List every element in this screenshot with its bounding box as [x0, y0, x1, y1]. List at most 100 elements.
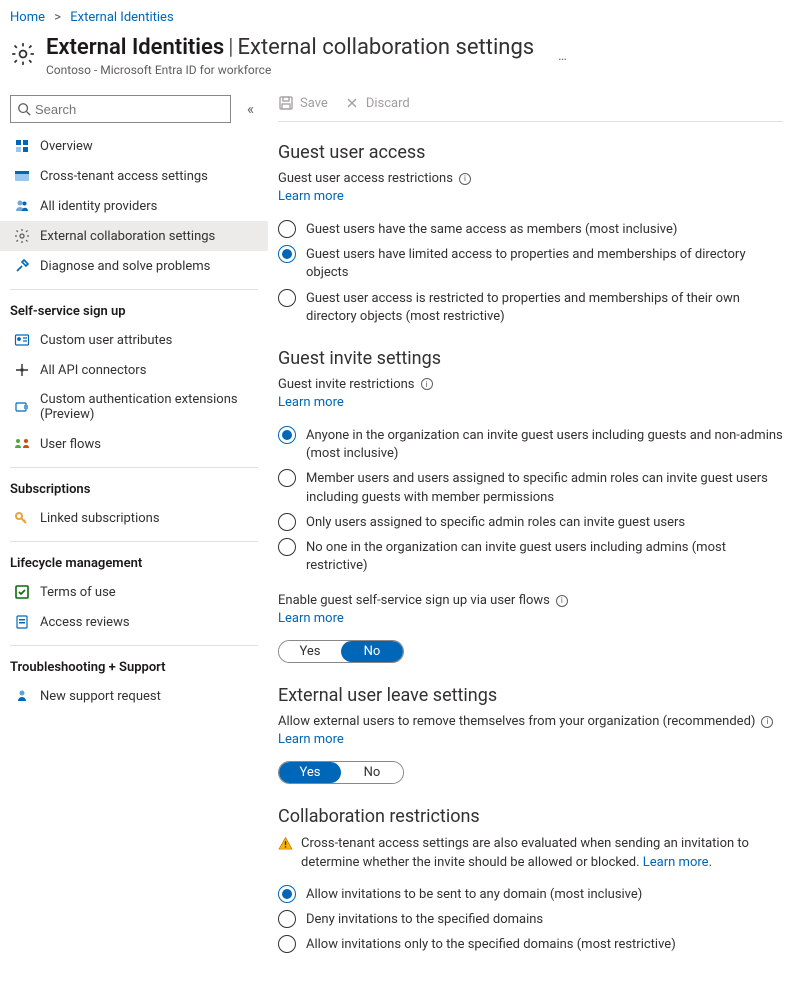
radio-icon	[278, 469, 296, 487]
learn-more-link[interactable]: Learn more	[278, 611, 344, 626]
sidebar-item-external-collab[interactable]: External collaboration settings	[0, 221, 268, 251]
learn-more-link[interactable]: Learn more	[643, 855, 709, 870]
gear-icon	[14, 228, 30, 244]
radio-label: Anyone in the organization can invite gu…	[306, 426, 783, 463]
sidebar-item-cross-tenant[interactable]: Cross-tenant access settings	[0, 161, 268, 191]
toggle-yes[interactable]: Yes	[279, 762, 341, 783]
guest-invite-option-1[interactable]: Member users and users assigned to speci…	[278, 469, 783, 506]
guest-access-option-2[interactable]: Guest user access is restricted to prope…	[278, 289, 783, 326]
sidebar-item-label: Custom user attributes	[40, 333, 258, 348]
warning-icon	[278, 836, 293, 858]
sidebar-item-access-reviews[interactable]: Access reviews	[0, 607, 268, 637]
sidebar-item-custom-auth-extensions[interactable]: Custom authentication extensions (Previe…	[0, 385, 268, 429]
sidebar-item-terms[interactable]: Terms of use	[0, 577, 268, 607]
discard-icon	[344, 95, 360, 111]
toolbar: Save Discard	[278, 91, 783, 122]
collapse-sidebar-icon[interactable]: «	[243, 98, 258, 120]
breadcrumb: Home > External Identities	[0, 0, 793, 31]
connector-icon	[14, 362, 30, 378]
section-external-leave-title: External user leave settings	[278, 685, 783, 706]
radio-icon	[278, 935, 296, 953]
sidebar-item-api-connectors[interactable]: All API connectors	[0, 355, 268, 385]
toggle-no[interactable]: No	[341, 641, 403, 662]
overview-icon	[14, 138, 30, 154]
toggle-no[interactable]: No	[341, 762, 403, 783]
selfservice-toggle[interactable]: Yes No	[278, 640, 404, 663]
guest-invite-option-2[interactable]: Only users assigned to specific admin ro…	[278, 513, 783, 532]
collab-option-0[interactable]: Allow invitations to be sent to any doma…	[278, 885, 783, 904]
radio-label: Guest user access is restricted to prope…	[306, 289, 783, 326]
radio-icon	[278, 220, 296, 238]
save-label: Save	[300, 96, 328, 111]
collab-warning: Cross-tenant access settings are also ev…	[278, 835, 783, 873]
info-icon[interactable]: i	[556, 595, 568, 607]
user-flows-icon	[14, 436, 30, 452]
learn-more-link[interactable]: Learn more	[278, 189, 344, 204]
breadcrumb-sep: >	[54, 10, 61, 25]
gear-icon	[10, 41, 36, 67]
toggle-yes[interactable]: Yes	[279, 641, 341, 662]
sidebar-item-label: Diagnose and solve problems	[40, 259, 258, 274]
search-input[interactable]	[31, 100, 224, 119]
discard-button[interactable]: Discard	[344, 95, 410, 111]
learn-more-link[interactable]: Learn more	[278, 732, 344, 747]
sidebar-item-diagnose[interactable]: Diagnose and solve problems	[0, 251, 268, 281]
sidebar-item-overview[interactable]: Overview	[0, 131, 268, 161]
sidebar-item-label: Custom authentication extensions (Previe…	[40, 392, 258, 422]
discard-label: Discard	[366, 96, 410, 111]
radio-icon	[278, 245, 296, 263]
guest-access-option-1[interactable]: Guest users have limited access to prope…	[278, 245, 783, 282]
info-icon[interactable]: i	[421, 378, 433, 390]
sidebar-item-label: Terms of use	[40, 585, 258, 600]
radio-label: Guest users have limited access to prope…	[306, 245, 783, 282]
review-icon	[14, 614, 30, 630]
page-header: External Identities|External collaborati…	[0, 31, 793, 91]
radio-label: Deny invitations to the specified domain…	[306, 910, 543, 929]
collab-option-1[interactable]: Deny invitations to the specified domain…	[278, 910, 783, 929]
save-button[interactable]: Save	[278, 95, 328, 111]
wrench-icon	[14, 258, 30, 274]
learn-more-link[interactable]: Learn more	[278, 395, 344, 410]
info-icon[interactable]: i	[459, 173, 471, 185]
radio-label: Allow invitations only to the specified …	[306, 935, 676, 954]
sidebar-item-user-flows[interactable]: User flows	[0, 429, 268, 459]
more-actions-icon[interactable]: …	[558, 49, 568, 64]
radio-icon	[278, 513, 296, 531]
page-subtitle: Contoso - Microsoft Entra ID for workfor…	[46, 63, 534, 77]
collab-option-2[interactable]: Allow invitations only to the specified …	[278, 935, 783, 954]
check-doc-icon	[14, 584, 30, 600]
save-icon	[278, 95, 294, 111]
radio-icon	[278, 426, 296, 444]
leave-toggle[interactable]: Yes No	[278, 761, 404, 784]
radio-label: Guest users have the same access as memb…	[306, 220, 677, 239]
breadcrumb-section[interactable]: External Identities	[70, 10, 173, 25]
radio-icon	[278, 538, 296, 556]
id-card-icon	[14, 332, 30, 348]
guest-access-option-0[interactable]: Guest users have the same access as memb…	[278, 220, 783, 239]
sidebar-item-identity-providers[interactable]: All identity providers	[0, 191, 268, 221]
selfservice-label: Enable guest self-service sign up via us…	[278, 593, 550, 608]
section-collab-title: Collaboration restrictions	[278, 806, 783, 827]
sidebar-item-custom-attrs[interactable]: Custom user attributes	[0, 325, 268, 355]
sidebar-item-label: All identity providers	[40, 199, 258, 214]
extension-icon	[14, 399, 30, 415]
warn-after: .	[709, 855, 712, 870]
cross-tenant-icon	[14, 168, 30, 184]
sidebar-item-label: Cross-tenant access settings	[40, 169, 258, 184]
sidebar-item-label: User flows	[40, 437, 258, 452]
sidebar-item-label: Access reviews	[40, 615, 258, 630]
info-icon[interactable]: i	[761, 716, 773, 728]
sidebar-item-label: Linked subscriptions	[40, 511, 258, 526]
sidebar-item-linked-subs[interactable]: Linked subscriptions	[0, 503, 268, 533]
radio-icon	[278, 289, 296, 307]
sidebar-item-support[interactable]: New support request	[0, 681, 268, 711]
section-guest-access-title: Guest user access	[278, 142, 783, 163]
guest-invite-option-0[interactable]: Anyone in the organization can invite gu…	[278, 426, 783, 463]
search-box[interactable]	[10, 95, 231, 123]
breadcrumb-home[interactable]: Home	[10, 10, 45, 25]
guest-invite-option-3[interactable]: No one in the organization can invite gu…	[278, 538, 783, 575]
section-guest-invite-title: Guest invite settings	[278, 348, 783, 369]
radio-label: Allow invitations to be sent to any doma…	[306, 885, 642, 904]
sidebar-item-label: New support request	[40, 689, 258, 704]
users-icon	[14, 198, 30, 214]
